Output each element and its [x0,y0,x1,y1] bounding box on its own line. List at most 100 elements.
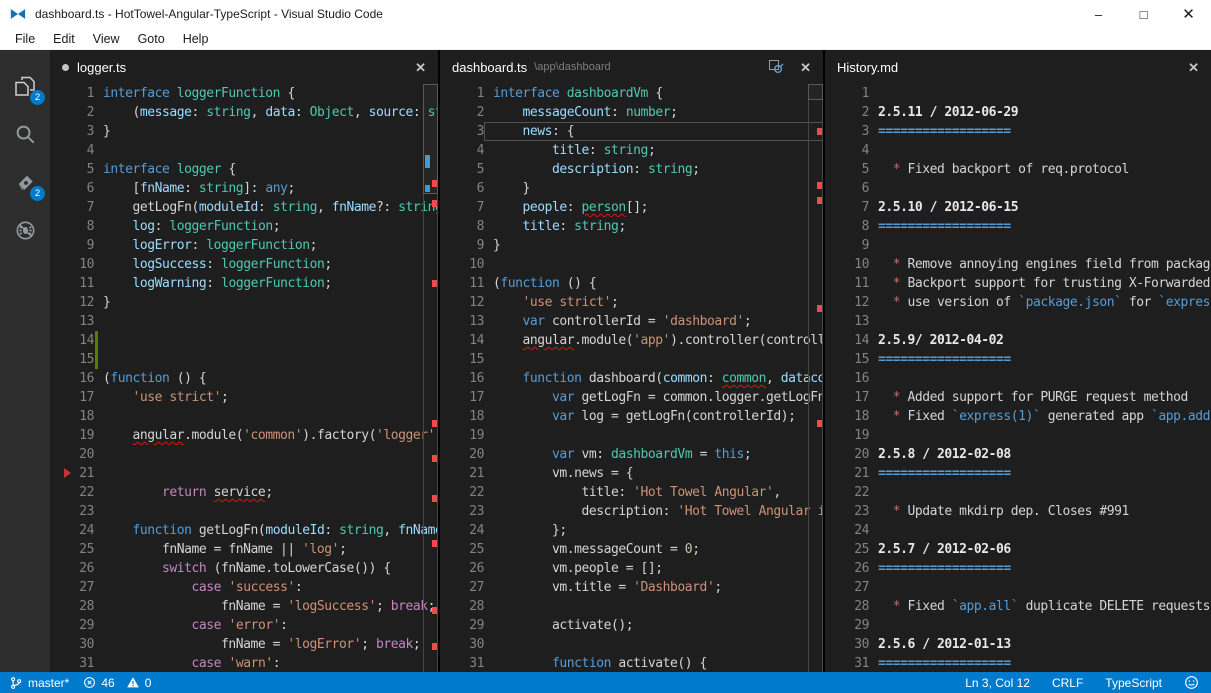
code-line[interactable]: 22 return service; [50,483,438,502]
line-number[interactable]: 8 [440,217,484,236]
line-number[interactable]: 13 [825,312,869,331]
line-number[interactable]: 19 [50,426,94,445]
code-line[interactable]: 4 [50,141,438,160]
code-line[interactable]: 202.5.8 / 2012-02-08 [825,445,1211,464]
code-line[interactable]: 29 activate(); [440,616,823,635]
code-line[interactable]: 17 'use strict'; [50,388,438,407]
line-number[interactable]: 22 [50,483,94,502]
code-line[interactable]: 302.5.6 / 2012-01-13 [825,635,1211,654]
line-number[interactable]: 8 [50,217,94,236]
code-line[interactable]: 10 [440,255,823,274]
line-number[interactable]: 7 [825,198,869,217]
line-number[interactable]: 26 [825,559,869,578]
code-line[interactable]: 12 'use strict'; [440,293,823,312]
line-number[interactable]: 1 [825,84,869,103]
line-number[interactable]: 30 [825,635,869,654]
line-number[interactable]: 14 [440,331,484,350]
line-number[interactable]: 28 [50,597,94,616]
code-line[interactable]: 23 [50,502,438,521]
line-number[interactable]: 12 [825,293,869,312]
line-number[interactable]: 20 [50,445,94,464]
line-number[interactable]: 10 [440,255,484,274]
line-number[interactable]: 3 [440,122,484,141]
code-line[interactable]: 24 }; [440,521,823,540]
scrollbar-slider[interactable] [423,84,438,194]
code-line[interactable]: 4 [825,141,1211,160]
overview-ruler[interactable] [423,84,438,672]
git-branch-status[interactable]: master* [9,676,69,690]
line-number[interactable]: 19 [825,426,869,445]
line-number[interactable]: 10 [825,255,869,274]
code-line[interactable]: 26 vm.people = []; [440,559,823,578]
code-line[interactable]: 16 function dashboard(common: common, da… [440,369,823,388]
editor-tab-History.md[interactable]: History.md✕ [825,50,1211,84]
line-number[interactable]: 15 [440,350,484,369]
code-line[interactable]: 8 title: string; [440,217,823,236]
line-number[interactable]: 7 [50,198,94,217]
menu-item-goto[interactable]: Goto [129,30,174,48]
code-line[interactable]: 31 case 'warn': [50,654,438,672]
line-number[interactable]: 26 [50,559,94,578]
close-icon[interactable]: ✕ [800,61,811,74]
line-number[interactable]: 29 [825,616,869,635]
overview-ruler[interactable] [808,84,823,672]
line-number[interactable]: 9 [50,236,94,255]
line-number[interactable]: 21 [440,464,484,483]
line-number[interactable]: 25 [440,540,484,559]
line-number[interactable]: 24 [825,521,869,540]
line-number[interactable]: 2 [440,103,484,122]
line-number[interactable]: 6 [50,179,94,198]
line-number[interactable]: 28 [440,597,484,616]
code-line[interactable]: 1interface dashboardVm { [440,84,823,103]
line-number[interactable]: 16 [440,369,484,388]
line-number[interactable]: 12 [440,293,484,312]
line-number[interactable]: 11 [440,274,484,293]
line-number[interactable]: 21 [50,464,94,483]
code-line[interactable]: 1 [825,84,1211,103]
code-line[interactable]: 22.5.11 / 2012-06-29 [825,103,1211,122]
line-number[interactable]: 11 [825,274,869,293]
problems-status[interactable]: 46 0 [83,676,151,690]
code-line[interactable]: 19 [825,426,1211,445]
code-line[interactable]: 30 [440,635,823,654]
feedback-smiley-icon[interactable] [1184,675,1199,690]
code-line[interactable]: 17 var getLogFn = common.logger.getLogFn… [440,388,823,407]
line-number[interactable]: 27 [440,578,484,597]
code-line[interactable]: 16 [825,369,1211,388]
line-number[interactable]: 9 [440,236,484,255]
code-line[interactable]: 15================== [825,350,1211,369]
maximize-button[interactable]: □ [1121,0,1166,28]
code-area[interactable]: 122.5.11 / 2012-06-293==================… [825,84,1211,672]
minimize-button[interactable]: – [1076,0,1121,28]
activity-item-debug[interactable] [0,206,50,254]
line-number[interactable]: 6 [440,179,484,198]
code-line[interactable]: 1interface loggerFunction { [50,84,438,103]
code-line[interactable]: 24 [825,521,1211,540]
line-number[interactable]: 21 [825,464,869,483]
code-line[interactable]: 25 fnName = fnName || 'log'; [50,540,438,559]
code-line[interactable]: 10 logSuccess: loggerFunction; [50,255,438,274]
code-line[interactable]: 3 news: { [440,122,823,141]
preview-icon[interactable] [768,59,784,75]
code-line[interactable]: 21 vm.news = { [440,464,823,483]
close-icon[interactable]: ✕ [1188,61,1199,74]
code-line[interactable]: 28 * Fixed `app.all` duplicate DELETE re… [825,597,1211,616]
code-line[interactable]: 12 * use version of `package.json` for `… [825,293,1211,312]
line-number[interactable]: 18 [440,407,484,426]
cursor-position[interactable]: Ln 3, Col 12 [965,676,1030,690]
code-line[interactable]: 27 vm.title = 'Dashboard'; [440,578,823,597]
code-line[interactable]: 22 title: 'Hot Towel Angular', [440,483,823,502]
line-number[interactable]: 4 [825,141,869,160]
line-number[interactable]: 10 [50,255,94,274]
line-number[interactable]: 14 [50,331,94,350]
line-number[interactable]: 25 [50,540,94,559]
line-number[interactable]: 30 [440,635,484,654]
line-number[interactable]: 23 [825,502,869,521]
code-line[interactable]: 26 switch (fnName.toLowerCase()) { [50,559,438,578]
line-number[interactable]: 28 [825,597,869,616]
menu-item-help[interactable]: Help [174,30,218,48]
code-line[interactable]: 5 description: string; [440,160,823,179]
line-number[interactable]: 24 [50,521,94,540]
code-line[interactable]: 72.5.10 / 2012-06-15 [825,198,1211,217]
line-number[interactable]: 17 [825,388,869,407]
